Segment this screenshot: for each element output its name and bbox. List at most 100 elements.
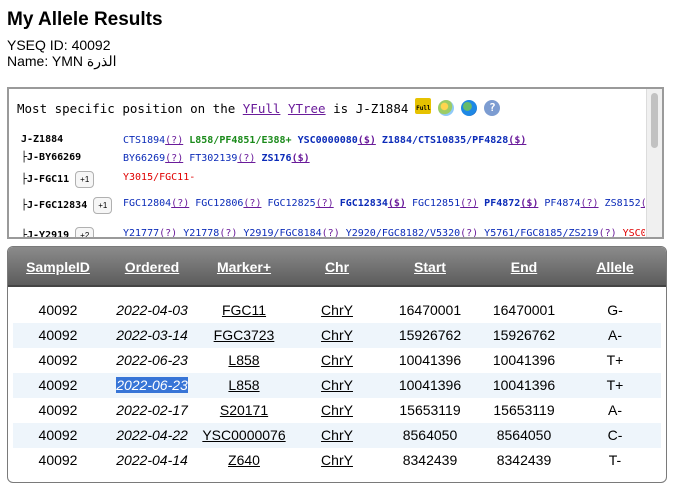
column-header-start[interactable]: Start [385,259,475,275]
snp-item[interactable]: Y2920/FGC8182/V5320(?) [346,228,478,237]
expand-badge[interactable]: +1 [93,197,113,214]
cell-chr[interactable]: ChrY [307,452,367,468]
snp-item[interactable]: FGC12851(?) [412,198,478,209]
globe-icon[interactable] [461,100,478,116]
cell-marker[interactable]: FGC3723 [189,327,299,343]
expand-badge[interactable]: +2 [75,227,95,237]
cell-ordered: 2022-02-17 [116,402,188,418]
snp-order-link[interactable]: (?) [219,228,237,237]
tree-node-label[interactable]: ├J-BY66269 [21,152,123,163]
snp-item[interactable]: ZS8152(?) [605,198,645,209]
cell-chr[interactable]: ChrY [307,352,367,368]
tree-node-label[interactable]: ├J-Y2919 +2 [21,227,123,237]
ytree-link[interactable]: YTree [288,101,326,116]
snp-name: BY66269 [123,153,166,164]
snp-item[interactable]: YSC0000080($) [298,135,376,146]
table-row: 40092 2022-06-23 L858 ChrY 10041396 10041396 T… [13,373,661,398]
snp-order-link[interactable]: (?) [316,198,334,209]
expand-badge[interactable]: +1 [75,171,95,188]
snp-list: CTS1894(?) L858/PF4851/E388+ YSC0000080($)… [123,134,643,148]
snp-item[interactable]: ZS176($) [261,153,309,164]
yfull-icon[interactable]: Full [415,98,432,114]
column-header-marker[interactable]: Marker+ [189,259,299,275]
snp-order-link[interactable]: ($) [358,135,376,146]
cell-marker[interactable]: Z640 [189,452,299,468]
column-header-sampleid[interactable]: SampleID [18,259,98,275]
cell-sampleid: 40092 [38,427,78,443]
tree-node-label[interactable]: ├J-FGC11 +1 [21,171,123,188]
cell-ordered: 2022-04-22 [116,427,188,443]
cell-chr[interactable]: ChrY [307,327,367,343]
tree-node-label[interactable]: J-Z1884 [21,134,123,145]
tree-node-label[interactable]: ├J-FGC12834 +1 [21,197,123,214]
snp-item[interactable]: CTS1894(?) [123,135,183,146]
snp-name: FGC12834 [339,198,388,209]
snp-item[interactable]: FGC12834($) [340,198,406,209]
cell-chr[interactable]: ChrY [307,302,367,318]
cell-ordered: 2022-06-23 [107,377,197,393]
cell-marker[interactable]: L858 [189,352,299,368]
cell-chr[interactable]: ChrY [307,377,367,393]
cell-end: 8342439 [496,452,552,468]
snp-item[interactable]: Y21777(?) [123,228,177,237]
cell-start: 15926762 [398,327,462,343]
snp-order-link[interactable]: (?) [243,198,261,209]
snp-item[interactable]: L858/PF4851/E388+ [189,135,291,146]
column-header-allele[interactable]: Allele [585,259,645,275]
haplogroup-tree-panel[interactable]: Most specific position on the YFull YTre… [7,87,664,239]
cell-start: 8564050 [402,427,458,443]
yfull-link[interactable]: YFull [243,101,281,116]
column-header-chr[interactable]: Chr [307,259,367,275]
snp-item[interactable]: Y5761/FGC8185/ZS219(?) [484,228,616,237]
cell-chr[interactable]: ChrY [307,402,367,418]
snp-item[interactable]: YSC0000076/M4024 [623,228,645,237]
cell-start: 8342439 [402,452,458,468]
table-header: SampleID Ordered Marker+ Chr Start End Allele [8,247,666,287]
snp-order-link[interactable]: ($) [388,198,406,209]
cell-marker[interactable]: YSC0000076 [189,427,299,443]
snp-order-link[interactable]: (?) [460,228,478,237]
snp-order-link[interactable]: (?) [171,198,189,209]
snp-order-link[interactable]: (?) [165,153,183,164]
snp-item[interactable]: PF4874(?) [544,198,598,209]
help-icon[interactable]: ? [484,100,501,116]
snp-item[interactable]: FGC12825(?) [267,198,333,209]
tree-scrollbar[interactable] [646,89,662,237]
snp-item[interactable]: Z1884/CTS10835/PF4828($) [382,135,527,146]
cell-ordered: 2022-04-03 [116,302,188,318]
cell-chr[interactable]: ChrY [307,427,367,443]
tree-content: Most specific position on the YFull YTre… [9,89,645,237]
snp-item[interactable]: BY66269(?) [123,153,183,164]
snp-order-link[interactable]: ($) [520,198,538,209]
snp-order-link[interactable]: ($) [292,153,310,164]
column-header-end[interactable]: End [479,259,569,275]
snp-item[interactable]: FT302139(?) [189,153,255,164]
snp-order-link[interactable]: (?) [159,228,177,237]
snp-name: Z1884/CTS10835/PF4828 [381,135,509,146]
cell-marker[interactable]: S20171 [189,402,299,418]
column-header-ordered[interactable]: Ordered [107,259,197,275]
snp-item[interactable]: FGC12804(?) [123,198,189,209]
snp-list: BY66269(?) FT302139(?) ZS176($) [123,152,643,166]
cell-allele: T- [608,452,622,468]
cell-marker[interactable]: L858 [189,377,299,393]
snp-order-link[interactable]: (?) [460,198,478,209]
snp-order-link[interactable]: (?) [599,228,617,237]
snp-item[interactable]: Y2919/FGC8184(?) [243,228,339,237]
snp-item[interactable]: Y21778(?) [183,228,237,237]
cell-marker[interactable]: FGC11 [189,302,299,318]
tree-node-text: ├J-FGC12834 [21,200,88,211]
snp-order-link[interactable]: (?) [165,135,183,146]
snp-order-link[interactable]: (?) [237,153,255,164]
tree-scrollbar-thumb[interactable] [651,93,658,148]
snp-order-link[interactable]: (?) [322,228,340,237]
snp-item[interactable]: PF4872($) [484,198,538,209]
snp-item[interactable]: FGC12806(?) [195,198,261,209]
snp-item[interactable]: Y3015/FGC11- [123,172,195,183]
snp-order-link[interactable]: ($) [508,135,526,146]
snp-order-link[interactable]: (?) [580,198,598,209]
ytree-icon[interactable] [438,100,455,116]
snp-order-link[interactable]: (?) [641,198,645,209]
cell-sampleid: 40092 [38,452,78,468]
tree-node-text: ├J-Y2919 [21,230,70,237]
